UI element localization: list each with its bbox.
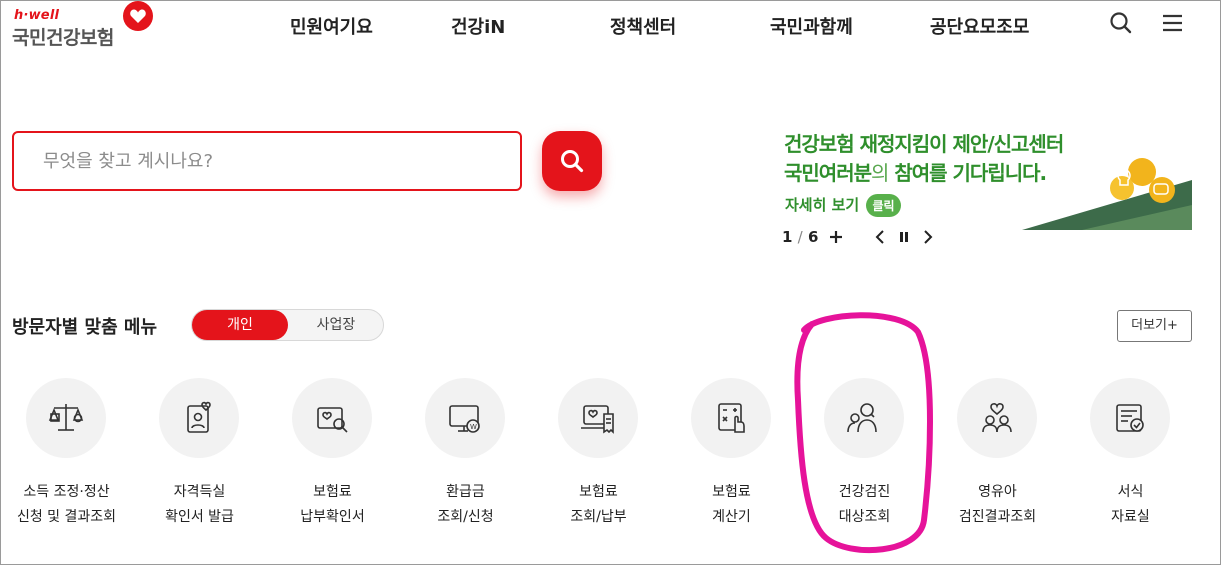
menu-item-label: 자격득실 확인서 발급 (165, 484, 234, 525)
laptop-receipt-icon (581, 405, 614, 434)
menu-icon-circle (558, 378, 638, 458)
banner-illustration-icon (1022, 158, 1192, 230)
banner-pager-current: 1 (782, 228, 793, 246)
menu-item-label: 소득 조정·정산 신청 및 결과조회 (16, 484, 117, 525)
parent-child-heart-icon (982, 403, 1012, 433)
section-title: 방문자별 맞춤 메뉴 (12, 317, 158, 338)
search-button-icon (561, 150, 584, 173)
calculator-hand-icon (718, 403, 745, 433)
plus-icon[interactable] (827, 228, 845, 246)
menu-item-label: 서식 자료실 (1111, 484, 1150, 525)
nav-item-health-in[interactable]: 건강iN (451, 13, 505, 39)
menu-item-premium-pay[interactable]: 보험료 조회/납부 (532, 378, 665, 538)
nav-item-policy[interactable]: 정책센터 (610, 13, 676, 39)
menu-icon-circle (691, 378, 771, 458)
menu-icon-circle (1090, 378, 1170, 458)
chevron-right-icon[interactable] (918, 228, 936, 246)
logo-text: 국민건강보험 (12, 27, 114, 49)
id-card-heart-icon (187, 401, 211, 433)
more-button[interactable]: 더보기+ (1117, 310, 1192, 342)
svg-text:W: W (470, 423, 477, 431)
promo-banner[interactable]: 건강보험 재정지킴이 제안/신고센터 국민여러분의 참여를 기다립니다. 자세히… (782, 124, 1192, 234)
banner-pager: 1 / 6 (782, 228, 819, 246)
banner-pager-total: 6 (807, 228, 819, 246)
chevron-left-icon[interactable] (872, 228, 890, 246)
menu-icon-circle (26, 378, 106, 458)
menu-item-payment-cert[interactable]: 보험료 납부확인서 (266, 378, 399, 538)
banner-more-label: 자세히 보기 (785, 196, 860, 214)
search-box (12, 131, 522, 191)
logo-heart-icon (123, 1, 153, 31)
search-input[interactable] (14, 133, 520, 189)
menu-icon-circle (292, 378, 372, 458)
monitor-coin-icon: W (449, 405, 480, 433)
menu-item-label: 보험료 납부확인서 (300, 484, 365, 525)
tab-individual[interactable]: 개인 (192, 310, 288, 340)
menu-item-label: 환급금 조회/신청 (437, 484, 494, 525)
nav-item-civil[interactable]: 민원여기요 (290, 13, 373, 39)
menu-item-calculator[interactable]: 보험료 계산기 (665, 378, 798, 538)
menu-item-label: 영유아 검진결과조회 (958, 484, 1037, 525)
document-search-icon (317, 407, 348, 433)
logo-tagline: h·well (14, 8, 60, 23)
visitor-type-toggle: 개인 사업장 (191, 309, 384, 341)
pause-icon[interactable] (895, 228, 913, 246)
banner-subline-soft: 의 (871, 161, 889, 185)
nav-item-about[interactable]: 공단요모조모 (930, 13, 1029, 39)
banner-slider-controls: 1 / 6 (782, 228, 982, 248)
form-check-icon (1116, 404, 1144, 432)
banner-subline-emph: 국민여러분 (784, 161, 872, 185)
menu-item-infant-checkup[interactable]: 영유아 검진결과조회 (931, 378, 1064, 538)
hamburger-menu-icon[interactable] (1160, 10, 1186, 36)
scale-icon (48, 404, 84, 431)
search-icon[interactable] (1108, 10, 1134, 36)
menu-icon-circle (957, 378, 1037, 458)
menu-item-qualification[interactable]: 자격득실 확인서 발급 (133, 378, 266, 538)
menu-item-income-adjust[interactable]: 소득 조정·정산 신청 및 결과조회 (0, 378, 133, 538)
search-button[interactable] (542, 131, 602, 191)
menu-icon-circle: W (425, 378, 505, 458)
banner-click-badge: 클릭 (866, 194, 901, 217)
menu-item-label: 보험료 조회/납부 (570, 484, 627, 525)
banner-subline: 국민여러분의 참여를 기다립니다. (784, 157, 1047, 186)
logo[interactable]: h·well 국민건강보험 (12, 1, 162, 50)
nav-item-together[interactable]: 국민과함께 (770, 13, 853, 39)
menu-item-refund[interactable]: W 환급금 조회/신청 (399, 378, 532, 538)
banner-more-link[interactable]: 자세히 보기 클릭 (785, 194, 901, 217)
menu-item-label: 보험료 계산기 (712, 484, 751, 525)
tab-business[interactable]: 사업장 (288, 310, 384, 340)
menu-item-forms[interactable]: 서식 자료실 (1064, 378, 1197, 538)
menu-icon-circle (159, 378, 239, 458)
highlight-annotation (794, 312, 933, 554)
